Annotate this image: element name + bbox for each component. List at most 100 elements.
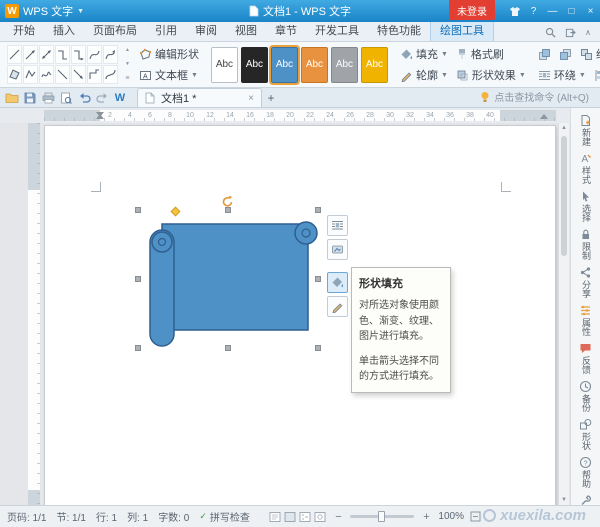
line-shape-option[interactable] bbox=[103, 65, 118, 84]
wrap-button[interactable]: 环绕 ▼ bbox=[538, 67, 586, 83]
sidebar-item-restrict[interactable]: 限制 bbox=[571, 225, 600, 263]
zoom-out-button[interactable]: − bbox=[332, 511, 344, 523]
help-icon[interactable]: ? bbox=[524, 0, 543, 22]
web-view-icon[interactable] bbox=[314, 512, 326, 522]
skin-icon[interactable] bbox=[505, 0, 524, 22]
shape-style-preset[interactable]: Abc bbox=[361, 47, 388, 83]
rotate-handle[interactable] bbox=[221, 195, 234, 208]
gallery-up-icon[interactable]: ▲ bbox=[125, 47, 130, 53]
new-tab-button[interactable]: + bbox=[262, 89, 280, 106]
zoom-in-button[interactable]: + bbox=[420, 511, 432, 523]
line-shape-option[interactable] bbox=[71, 65, 86, 84]
group-button[interactable]: 组合 ▼ bbox=[580, 46, 600, 62]
collapse-ribbon-icon[interactable]: ∧ bbox=[585, 28, 591, 37]
line-shape-option[interactable] bbox=[55, 65, 70, 84]
line-shape-option[interactable] bbox=[7, 65, 22, 84]
line-shape-option[interactable] bbox=[71, 45, 86, 64]
line-shape-option[interactable] bbox=[87, 65, 102, 84]
shape-style-button[interactable] bbox=[327, 239, 348, 260]
app-menu-chevron-down-icon[interactable]: ▼ bbox=[77, 8, 84, 15]
right-indent-marker[interactable] bbox=[540, 114, 548, 119]
undo-button[interactable] bbox=[75, 89, 93, 106]
ribbon-tab[interactable]: 开始 bbox=[4, 22, 44, 41]
print-button[interactable] bbox=[39, 89, 57, 106]
vertical-scrollbar[interactable]: ▲ ▼ bbox=[558, 123, 569, 505]
outline-button[interactable]: 轮廓 ▼ bbox=[400, 67, 448, 83]
fill-button[interactable]: 填充 ▼ bbox=[400, 46, 448, 62]
scroll-down-icon[interactable]: ▼ bbox=[559, 497, 569, 503]
shape-style-preset[interactable]: Abc bbox=[331, 47, 358, 83]
scroll-up-icon[interactable]: ▲ bbox=[559, 125, 569, 131]
resize-handle-w[interactable] bbox=[135, 276, 141, 282]
sidebar-item-share[interactable]: 分享 bbox=[571, 263, 600, 301]
save-button[interactable] bbox=[21, 89, 39, 106]
sidebar-item-styles[interactable]: A 样式 bbox=[571, 149, 600, 187]
login-button[interactable]: 未登录 bbox=[449, 0, 495, 20]
shape-outline-button[interactable] bbox=[327, 296, 348, 317]
sidebar-item-shapes[interactable]: 形状 bbox=[571, 415, 600, 453]
ribbon-tab[interactable]: 审阅 bbox=[186, 22, 226, 41]
fullscreen-view-icon[interactable] bbox=[284, 512, 296, 522]
left-indent-marker[interactable] bbox=[96, 114, 104, 119]
line-shape-option[interactable] bbox=[103, 45, 118, 64]
ribbon-tab[interactable]: 绘图工具 bbox=[430, 21, 494, 41]
ribbon-tab[interactable]: 章节 bbox=[266, 22, 306, 41]
line-shape-option[interactable] bbox=[23, 65, 38, 84]
ribbon-tab[interactable]: 视图 bbox=[226, 22, 266, 41]
horizontal-ruler[interactable]: 246810121416182022242628303234363840 bbox=[44, 110, 556, 121]
resize-handle-se[interactable] bbox=[315, 345, 321, 351]
align-button[interactable]: 对齐 ▼ bbox=[594, 67, 600, 83]
resize-handle-ne[interactable] bbox=[315, 207, 321, 213]
sidebar-item-new[interactable]: 新建 bbox=[571, 111, 600, 149]
line-shape-option[interactable] bbox=[39, 65, 54, 84]
command-search[interactable]: 点击查找命令 (Alt+Q) bbox=[480, 89, 597, 107]
scroll-shape[interactable] bbox=[146, 212, 320, 348]
resize-handle-s[interactable] bbox=[225, 345, 231, 351]
search-icon[interactable] bbox=[545, 27, 556, 38]
line-shape-option[interactable] bbox=[39, 45, 54, 64]
sidebar-item-backup[interactable]: 备份 bbox=[571, 377, 600, 415]
share-document-icon[interactable] bbox=[565, 27, 576, 38]
shape-effects-button[interactable]: 形状效果 ▼ bbox=[456, 67, 526, 83]
ribbon-tab[interactable]: 引用 bbox=[146, 22, 186, 41]
zoom-level[interactable]: 100% bbox=[438, 511, 464, 522]
ribbon-tab[interactable]: 特色功能 bbox=[368, 22, 430, 41]
line-shape-option[interactable] bbox=[55, 45, 70, 64]
page-view-icon[interactable] bbox=[269, 512, 281, 522]
format-painter-button[interactable]: 格式刷 bbox=[456, 46, 504, 62]
sidebar-item-select[interactable]: 选择 bbox=[571, 187, 600, 225]
shape-fill-button[interactable] bbox=[327, 272, 348, 293]
line-shape-option[interactable] bbox=[23, 45, 38, 64]
resize-handle-sw[interactable] bbox=[135, 345, 141, 351]
redo-button[interactable] bbox=[93, 89, 111, 106]
resize-handle-e[interactable] bbox=[315, 276, 321, 282]
gallery-more-icon[interactable]: ≡ bbox=[125, 75, 129, 82]
shape-style-preset[interactable]: Abc bbox=[241, 47, 268, 83]
line-shape-option[interactable] bbox=[7, 45, 22, 64]
zoom-slider[interactable] bbox=[350, 515, 414, 518]
sidebar-item-properties[interactable]: 属性 bbox=[571, 301, 600, 339]
edit-shape-button[interactable]: 编辑形状 bbox=[139, 46, 199, 62]
line-shape-option[interactable] bbox=[87, 45, 102, 64]
send-backward-button[interactable] bbox=[559, 48, 572, 61]
zoom-slider-thumb[interactable] bbox=[378, 511, 385, 522]
ribbon-tab[interactable]: 页面布局 bbox=[84, 22, 146, 41]
vertical-ruler[interactable] bbox=[28, 123, 40, 505]
close-button[interactable]: × bbox=[581, 0, 600, 22]
textbox-button[interactable]: A 文本框 ▼ bbox=[139, 67, 198, 83]
fit-page-icon[interactable] bbox=[470, 511, 481, 522]
sidebar-item-help[interactable]: ? 帮助 bbox=[571, 453, 600, 491]
shape-style-preset[interactable]: Abc bbox=[211, 47, 238, 83]
shape-style-preset[interactable]: Abc bbox=[301, 47, 328, 83]
close-tab-icon[interactable]: × bbox=[248, 93, 254, 104]
ribbon-tab[interactable]: 插入 bbox=[44, 22, 84, 41]
spell-check-toggle[interactable]: ✓ 拼写检查 bbox=[199, 509, 250, 524]
minimize-button[interactable]: — bbox=[543, 0, 562, 22]
status-word-count[interactable]: 字数: 0 bbox=[158, 509, 189, 524]
bring-forward-button[interactable] bbox=[538, 48, 551, 61]
maximize-button[interactable]: □ bbox=[562, 0, 581, 22]
print-preview-button[interactable] bbox=[57, 89, 75, 106]
scrollbar-thumb[interactable] bbox=[561, 136, 567, 256]
wps-logo[interactable]: W bbox=[5, 4, 19, 18]
outline-view-icon[interactable] bbox=[299, 512, 311, 522]
